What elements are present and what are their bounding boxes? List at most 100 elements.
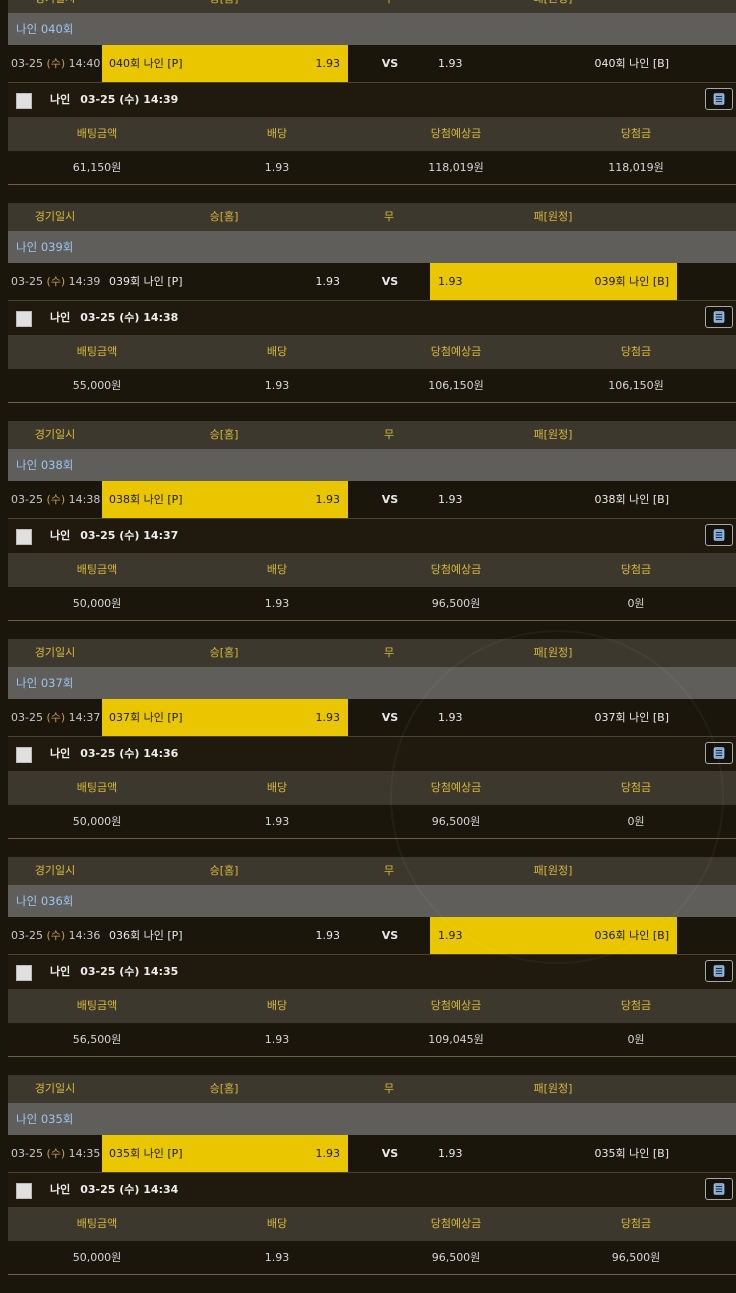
header-date-label: 경기일시 bbox=[34, 428, 76, 441]
bet-user: 나인 bbox=[50, 747, 71, 760]
header-home-label: 승[홈] bbox=[209, 428, 239, 441]
home-pick-button[interactable]: 039회 나인 [P] 1.93 bbox=[102, 263, 348, 300]
checkbox-icon[interactable] bbox=[16, 965, 32, 981]
header-away-label: 패[원정] bbox=[533, 1082, 573, 1095]
won-label: 당첨금 bbox=[620, 781, 652, 794]
header-home-label: 승[홈] bbox=[209, 864, 239, 877]
header-home-label: 승[홈] bbox=[209, 1082, 239, 1095]
bet-time: 03-25 (수) 14:34 bbox=[80, 1183, 179, 1196]
document-list-icon[interactable] bbox=[705, 306, 733, 328]
away-pick-button[interactable]: 1.93 038회 나인 [B] bbox=[430, 481, 677, 518]
game-date: 03-25 bbox=[11, 275, 43, 288]
odds-label: 배당 bbox=[266, 345, 288, 358]
stats-value-row: 50,000원 1.93 96,500원 96,500원 bbox=[8, 1241, 736, 1275]
document-list-icon[interactable] bbox=[705, 88, 733, 110]
bet-card: 경기일시 승[홈] 무 패[원정] 나인 035회 03-25 (수) 14:3… bbox=[8, 1075, 736, 1293]
home-pick-button[interactable]: 035회 나인 [P] 1.93 bbox=[102, 1135, 348, 1172]
vs-label: VS bbox=[381, 275, 399, 288]
expected-label: 당첨예상금 bbox=[430, 345, 482, 358]
game-header-row: 경기일시 승[홈] 무 패[원정] bbox=[8, 421, 736, 449]
bet-amount: 50,000원 bbox=[72, 597, 122, 610]
checkbox-icon[interactable] bbox=[16, 529, 32, 545]
game-date: 03-25 bbox=[11, 57, 43, 70]
home-odds: 1.93 bbox=[315, 711, 341, 724]
checkbox-icon[interactable] bbox=[16, 311, 32, 327]
stats-value-row: 55,000원 1.93 106,150원 106,150원 bbox=[8, 369, 736, 403]
document-list-icon[interactable] bbox=[705, 960, 733, 982]
document-list-icon[interactable] bbox=[705, 1178, 733, 1200]
bet-card: 경기일시 승[홈] 무 패[원정] 나인 038회 03-25 (수) 14:3… bbox=[8, 421, 736, 639]
game-row: 03-25 (수) 14:39 039회 나인 [P] 1.93 VS 1.93… bbox=[8, 263, 736, 301]
away-pick-button[interactable]: 1.93 039회 나인 [B] bbox=[430, 263, 677, 300]
bet-amount: 56,500원 bbox=[72, 1033, 122, 1046]
stats-value-row: 50,000원 1.93 96,500원 0원 bbox=[8, 587, 736, 621]
expected-payout: 96,500원 bbox=[431, 815, 481, 828]
game-row: 03-25 (수) 14:36 036회 나인 [P] 1.93 VS 1.93… bbox=[8, 917, 736, 955]
game-clock: 14:37 bbox=[68, 711, 101, 724]
home-team-name: 039회 나인 [P] bbox=[109, 275, 183, 288]
bet-history-list: 경기일시 승[홈] 무 패[원정] 나인 040회 03-25 (수) 14:4… bbox=[0, 0, 736, 1293]
bet-amount: 55,000원 bbox=[72, 379, 122, 392]
away-team-name: 037회 나인 [B] bbox=[594, 711, 669, 724]
amount-label: 배팅금액 bbox=[76, 781, 118, 794]
away-pick-button[interactable]: 1.93 035회 나인 [B] bbox=[430, 1135, 677, 1172]
home-pick-button[interactable]: 037회 나인 [P] 1.93 bbox=[102, 699, 348, 736]
won-amount: 96,500원 bbox=[611, 1251, 661, 1264]
won-label: 당첨금 bbox=[620, 1217, 652, 1230]
bet-time: 03-25 (수) 14:39 bbox=[80, 93, 179, 106]
amount-label: 배팅금액 bbox=[76, 563, 118, 576]
checkbox-icon[interactable] bbox=[16, 747, 32, 763]
bet-odds: 1.93 bbox=[264, 161, 290, 174]
away-odds: 1.93 bbox=[438, 1147, 463, 1160]
bet-amount: 61,150원 bbox=[72, 161, 122, 174]
checkbox-icon[interactable] bbox=[16, 1183, 32, 1199]
bet-user: 나인 bbox=[50, 1183, 71, 1196]
game-clock: 14:40 bbox=[68, 57, 101, 70]
expected-label: 당첨예상금 bbox=[430, 999, 482, 1012]
game-date: 03-25 bbox=[11, 493, 43, 506]
expected-payout: 118,019원 bbox=[428, 161, 484, 174]
home-odds: 1.93 bbox=[315, 493, 341, 506]
stats-header-row: 배팅금액 배당 당첨예상금 당첨금 bbox=[8, 553, 736, 587]
header-home-label: 승[홈] bbox=[210, 0, 239, 13]
away-odds: 1.93 bbox=[438, 929, 463, 942]
home-pick-button[interactable]: 040회 나인 [P] 1.93 bbox=[102, 45, 348, 82]
away-odds: 1.93 bbox=[438, 57, 463, 70]
document-list-icon[interactable] bbox=[705, 742, 733, 764]
bet-time: 03-25 (수) 14:35 bbox=[80, 965, 179, 978]
game-date: 03-25 bbox=[11, 711, 43, 724]
league-title: 나인 035회 bbox=[8, 1103, 736, 1135]
stats-header-row: 배팅금액 배당 당첨예상금 당첨금 bbox=[8, 1207, 736, 1241]
home-odds: 1.93 bbox=[315, 929, 341, 942]
game-time: 03-25 (수) 14:40 bbox=[11, 45, 100, 83]
away-odds: 1.93 bbox=[438, 275, 463, 288]
away-team-name: 040회 나인 [B] bbox=[594, 57, 669, 70]
game-header-row: 경기일시 승[홈] 무 패[원정] bbox=[8, 203, 736, 231]
away-pick-button[interactable]: 1.93 040회 나인 [B] bbox=[430, 45, 677, 82]
away-pick-button[interactable]: 1.93 037회 나인 [B] bbox=[430, 699, 677, 736]
bet-user: 나인 bbox=[50, 311, 71, 324]
home-team-name: 035회 나인 [P] bbox=[109, 1147, 183, 1160]
game-time: 03-25 (수) 14:35 bbox=[11, 1135, 100, 1173]
game-weekday: (수) bbox=[46, 493, 66, 506]
home-pick-button[interactable]: 038회 나인 [P] 1.93 bbox=[102, 481, 348, 518]
bet-card: 경기일시 승[홈] 무 패[원정] 나인 039회 03-25 (수) 14:3… bbox=[8, 203, 736, 421]
bet-info-row: 나인 03-25 (수) 14:37 bbox=[8, 519, 736, 553]
header-draw-label: 무 bbox=[383, 428, 395, 441]
header-draw-label: 무 bbox=[384, 0, 394, 13]
league-title: 나인 037회 bbox=[8, 667, 736, 699]
expected-label: 당첨예상금 bbox=[430, 1217, 482, 1230]
home-odds: 1.93 bbox=[315, 275, 341, 288]
checkbox-icon[interactable] bbox=[16, 93, 32, 109]
game-weekday: (수) bbox=[46, 57, 66, 70]
document-list-icon[interactable] bbox=[705, 524, 733, 546]
header-away-label: 패[원정] bbox=[533, 864, 573, 877]
home-pick-button[interactable]: 036회 나인 [P] 1.93 bbox=[102, 917, 348, 954]
bet-time: 03-25 (수) 14:37 bbox=[80, 529, 179, 542]
expected-label: 당첨예상금 bbox=[430, 563, 482, 576]
stats-header-row: 배팅금액 배당 당첨예상금 당첨금 bbox=[8, 771, 736, 805]
away-pick-button[interactable]: 1.93 036회 나인 [B] bbox=[430, 917, 677, 954]
expected-payout: 106,150원 bbox=[428, 379, 484, 392]
league-title: 나인 036회 bbox=[8, 885, 736, 917]
bet-user: 나인 bbox=[50, 529, 71, 542]
